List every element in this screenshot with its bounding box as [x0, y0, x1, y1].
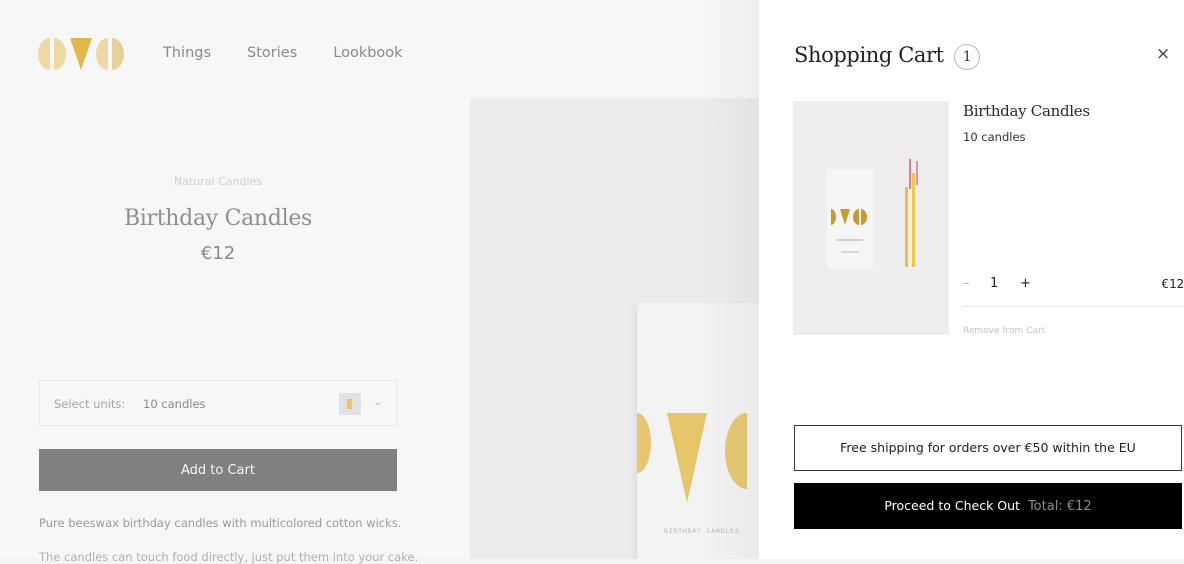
candle-product-photo	[793, 101, 949, 335]
cart-count-badge: 1	[953, 44, 980, 70]
product-category: Natural Candles	[174, 175, 262, 188]
ovo-logo[interactable]	[38, 38, 124, 70]
product-price: €12	[200, 243, 236, 264]
quantity-decrease-button[interactable]: –	[963, 276, 970, 291]
unit-select-value: 10 candles	[143, 397, 206, 411]
checkout-button-label: Proceed to Check Out	[884, 498, 1020, 513]
nav-item-lookbook[interactable]: Lookbook	[333, 45, 402, 61]
unit-select[interactable]: Select units: 10 candles ⌄	[39, 380, 397, 426]
shipping-notice: Free shipping for orders over €50 within…	[794, 425, 1182, 471]
close-icon[interactable]: ×	[1156, 44, 1170, 64]
cart-item-price: €12	[1161, 276, 1184, 291]
chevron-down-icon: ⌄	[373, 395, 383, 408]
checkout-button[interactable]: Proceed to Check Out Total: €12	[794, 483, 1182, 529]
item-divider	[963, 306, 1184, 307]
cart-item-image	[793, 101, 949, 335]
cart-total: Total: €12	[1027, 499, 1092, 514]
main-nav: Things Stories Lookbook	[163, 45, 403, 61]
cart-item-variant: 10 candles	[963, 130, 1026, 144]
nav-item-stories[interactable]: Stories	[247, 45, 297, 61]
variant-thumbnail	[339, 393, 361, 415]
cart-drawer: Shopping Cart 1 × Birthday Candles 10 ca…	[759, 0, 1184, 559]
cart-title-text: Shopping Cart	[794, 43, 944, 67]
nav-item-things[interactable]: Things	[163, 45, 211, 61]
add-to-cart-button[interactable]: Add to Cart	[39, 449, 397, 491]
product-description: Pure beeswax birthday candles with multi…	[39, 516, 402, 530]
cart-title: Shopping Cart 1	[794, 43, 980, 70]
quantity-value: 1	[990, 276, 998, 291]
product-title: Birthday Candles	[123, 206, 313, 231]
product-description-2: The candles can touch food directly, jus…	[39, 550, 419, 564]
remove-from-cart-link[interactable]: Remove from Cart	[963, 326, 1045, 336]
quantity-increase-button[interactable]: +	[1020, 276, 1031, 291]
unit-select-label: Select units:	[54, 397, 126, 411]
cart-item-name[interactable]: Birthday Candles	[963, 102, 1090, 120]
